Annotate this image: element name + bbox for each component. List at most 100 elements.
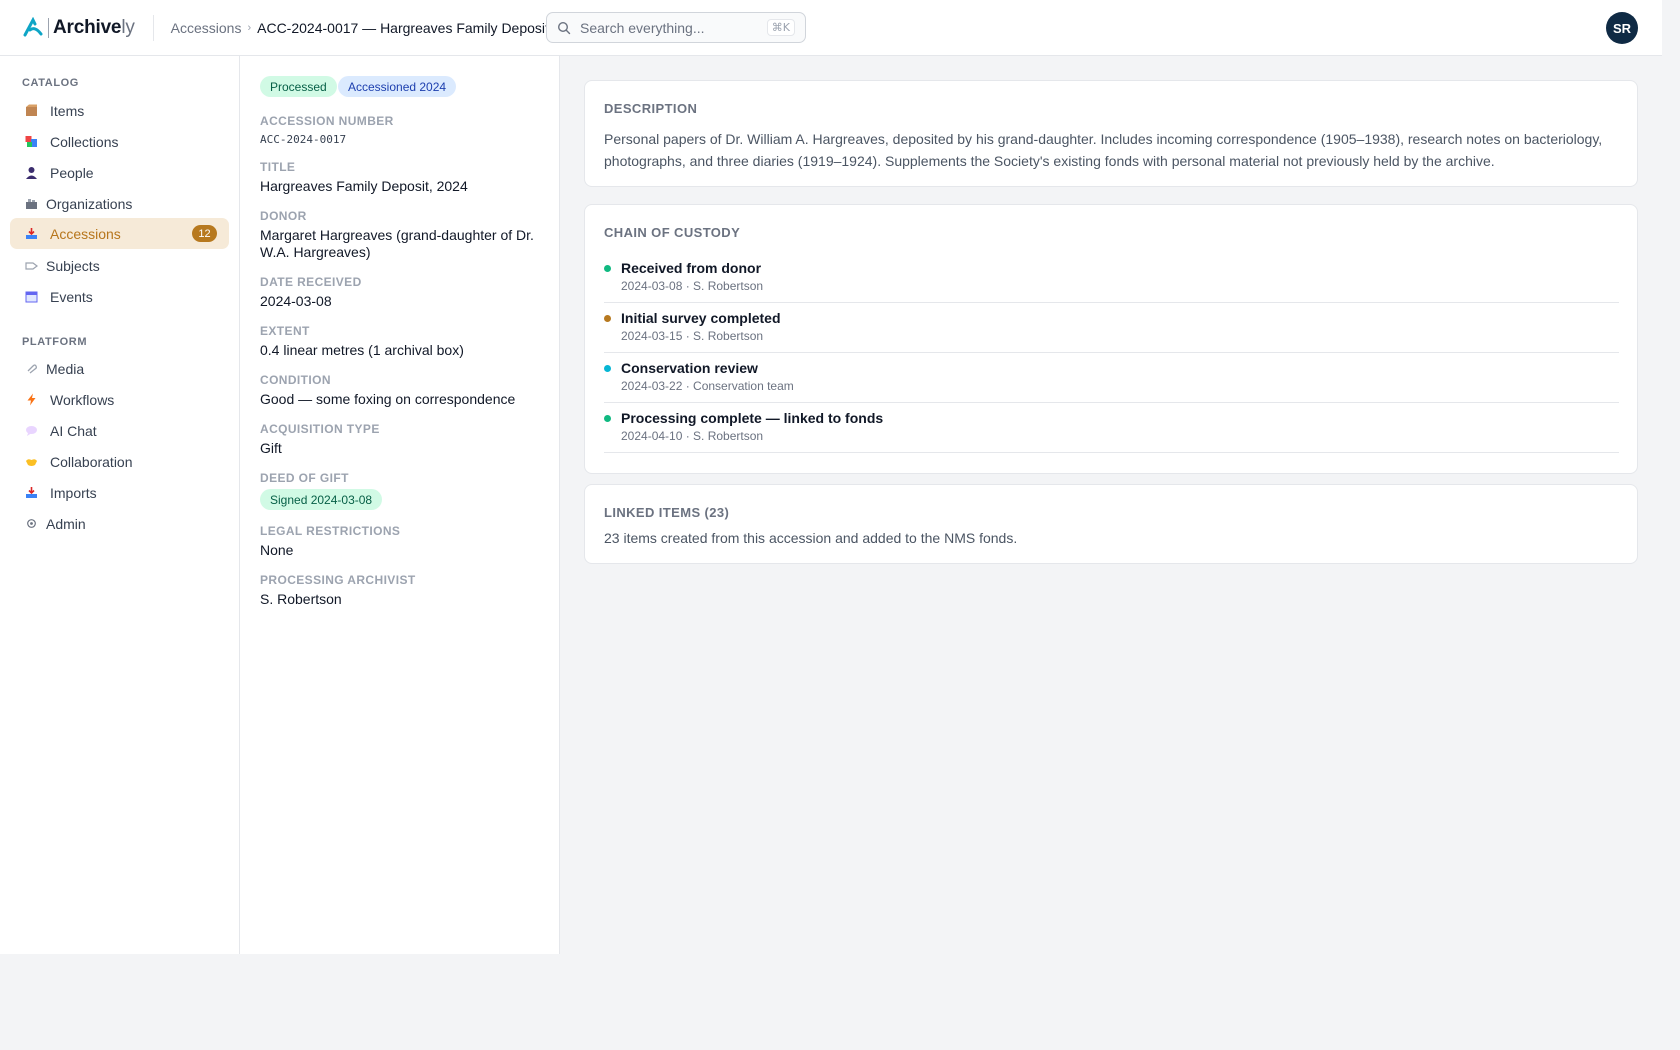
processing-archivist-value: S. Robertson: [260, 591, 342, 607]
extent-value: 0.4 linear metres (1 archival box): [260, 342, 464, 358]
logo-divider: [48, 17, 49, 38]
user-avatar[interactable]: SR: [1606, 12, 1638, 44]
topbar-divider: [152, 14, 154, 41]
description-title: DESCRIPTION: [604, 101, 698, 116]
inbox-tray-icon: [24, 486, 38, 500]
sidebar-item-label: Imports: [50, 484, 97, 501]
donor-label: DONOR: [260, 209, 307, 223]
collections-icon: [24, 135, 38, 149]
custody-event-row: Initial survey completed 2024-03-15 · S. …: [604, 303, 1619, 353]
gear-icon: [24, 517, 38, 531]
accession-number-value: ACC-2024-0017: [260, 133, 347, 146]
sidebar-item-workflows[interactable]: Workflows: [10, 384, 229, 415]
sidebar-item-label: Organizations: [46, 195, 133, 212]
chat-bubble-icon: [24, 424, 38, 438]
sidebar-item-ai-chat[interactable]: AI Chat: [10, 415, 229, 446]
accessions-count-badge: 12: [192, 225, 217, 242]
sidebar-item-label: AI Chat: [50, 422, 97, 439]
calendar-icon: [24, 290, 38, 304]
sidebar-item-label: Collaboration: [50, 453, 133, 470]
person-icon: [24, 166, 38, 180]
custody-event-title: Initial survey completed: [621, 310, 781, 326]
custody-event-meta: 2024-03-08 · S. Robertson: [621, 279, 764, 293]
search-input[interactable]: Search everything... ⌘K: [546, 12, 806, 43]
custody-event-row: Conservation review 2024-03-22 · Conserva…: [604, 353, 1619, 403]
title-label: TITLE: [260, 160, 296, 174]
sidebar-item-subjects[interactable]: Subjects: [10, 250, 229, 281]
sidebar-item-people[interactable]: People: [10, 157, 229, 188]
sidebar-item-label: Workflows: [50, 391, 115, 408]
handshake-icon: [24, 455, 38, 469]
sidebar-item-label: People: [50, 164, 94, 181]
legal-restrictions-value: None: [260, 542, 294, 558]
extent-label: EXTENT: [260, 324, 310, 338]
accession-number-label: ACCESSION NUMBER: [260, 114, 394, 128]
accession-details-panel: Processed Accessioned 2024 ACCESSION NUM…: [240, 56, 560, 954]
legal-restrictions-label: LEGAL RESTRICTIONS: [260, 524, 401, 538]
inbox-tray-icon: [24, 227, 38, 241]
building-icon: [24, 197, 38, 211]
paperclip-icon: [24, 362, 38, 376]
breadcrumb-accessions-link[interactable]: Accessions: [171, 20, 242, 36]
search-placeholder: Search everything...: [580, 19, 705, 36]
catalog-section-label: CATALOG: [22, 77, 79, 89]
archively-logo-icon: [22, 16, 44, 39]
acquisition-type-label: ACQUISITION TYPE: [260, 422, 380, 436]
status-dot-icon: [604, 365, 611, 372]
sidebar-item-label: Subjects: [46, 257, 100, 274]
main-content: DESCRIPTION Personal papers of Dr. Willi…: [560, 56, 1662, 954]
sidebar-item-label: Events: [50, 288, 93, 305]
year-badge: Accessioned 2024: [338, 76, 457, 97]
sidebar-item-admin[interactable]: Admin: [10, 508, 229, 539]
sidebar-item-label: Media: [46, 360, 85, 377]
sidebar-item-media[interactable]: Media: [10, 353, 229, 384]
condition-value: Good — some foxing on correspondence: [260, 391, 516, 407]
sidebar-item-events[interactable]: Events: [10, 281, 229, 312]
deed-of-gift-label: DEED OF GIFT: [260, 471, 349, 485]
sidebar-item-items[interactable]: Items: [10, 95, 229, 126]
sidebar-item-imports[interactable]: Imports: [10, 477, 229, 508]
description-text: Personal papers of Dr. William A. Hargre…: [604, 131, 1603, 169]
status-dot-icon: [604, 265, 611, 272]
status-dot-icon: [604, 415, 611, 422]
search-shortcut: ⌘K: [766, 19, 795, 36]
app-name: Archively: [53, 16, 135, 38]
sidebar-item-label: Collections: [50, 133, 119, 150]
custody-event-row: Received from donor 2024-03-08 · S. Rober…: [604, 253, 1619, 303]
custody-event-title: Received from donor: [621, 260, 762, 276]
custody-event-meta: 2024-04-10 · S. Robertson: [621, 429, 764, 443]
chain-of-custody-card: CHAIN OF CUSTODY Received from donor 2024…: [584, 204, 1638, 474]
date-received-value: 2024-03-08: [260, 293, 332, 309]
breadcrumb-current: ACC-2024-0017 — Hargreaves Family Deposi…: [257, 19, 549, 36]
chain-of-custody-title: CHAIN OF CUSTODY: [604, 225, 741, 240]
linked-items-title: LINKED ITEMS (23): [604, 505, 730, 520]
sidebar-item-accessions[interactable]: Accessions 12: [10, 218, 229, 249]
package-icon: [24, 104, 38, 118]
donor-value: Margaret Hargreaves (grand-daughter of D…: [260, 227, 534, 260]
sidebar-item-label: Admin: [46, 515, 86, 532]
sidebar-item-collaboration[interactable]: Collaboration: [10, 446, 229, 477]
chevron-right-icon: ›: [247, 21, 252, 34]
app-logo[interactable]: Archively: [22, 0, 135, 56]
sidebar-item-collections[interactable]: Collections: [10, 126, 229, 157]
linked-items-text: 23 items created from this accession and…: [604, 530, 1018, 546]
status-badge: Processed: [260, 76, 337, 97]
custody-event-title: Conservation review: [621, 360, 758, 376]
lightning-icon: [24, 393, 38, 407]
processing-archivist-label: PROCESSING ARCHIVIST: [260, 573, 416, 587]
status-dot-icon: [604, 315, 611, 322]
sidebar-item-label: Accessions: [50, 225, 121, 242]
custody-event-meta: 2024-03-22 · Conservation team: [621, 379, 794, 393]
breadcrumb: Accessions › ACC-2024-0017 — Hargreaves …: [171, 20, 549, 36]
search-icon: [557, 21, 571, 35]
deed-of-gift-badge: Signed 2024-03-08: [260, 489, 383, 510]
custody-event-meta: 2024-03-15 · S. Robertson: [621, 329, 764, 343]
platform-section-label: PLATFORM: [22, 336, 88, 348]
condition-label: CONDITION: [260, 373, 331, 387]
custody-event-title: Processing complete — linked to fonds: [621, 410, 884, 426]
app-window: Archively Accessions › ACC-2024-0017 — H…: [0, 0, 1662, 954]
tag-icon: [24, 259, 38, 273]
acquisition-type-value: Gift: [260, 440, 282, 456]
sidebar-item-organizations[interactable]: Organizations: [10, 188, 229, 219]
description-card: DESCRIPTION Personal papers of Dr. Willi…: [584, 80, 1638, 187]
